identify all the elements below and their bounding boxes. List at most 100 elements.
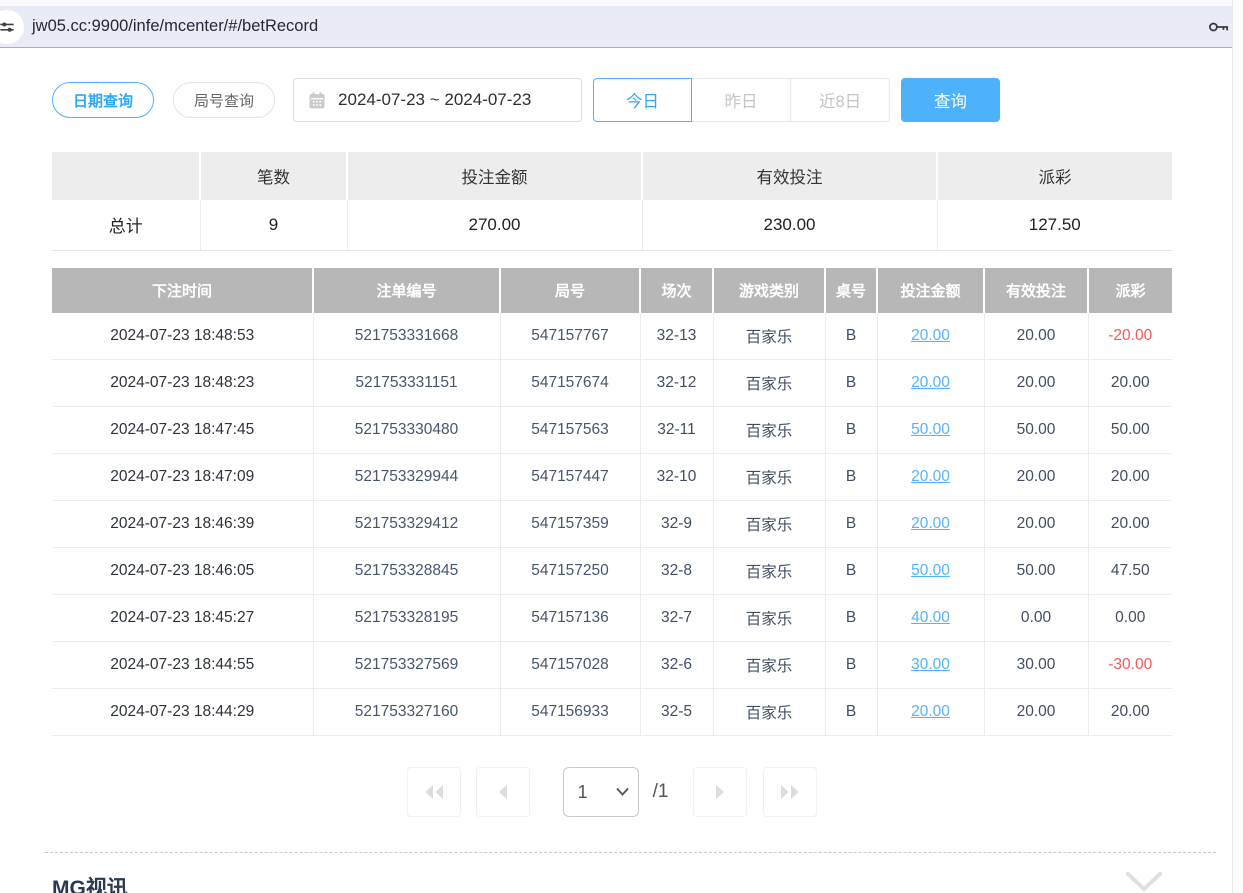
bet-amount-link[interactable]: 20.00: [911, 515, 950, 532]
round-no: 547157136: [500, 595, 640, 642]
last-page-button[interactable]: [763, 767, 817, 817]
password-key-icon[interactable]: [1207, 17, 1229, 42]
round-no: 547157767: [500, 313, 640, 360]
header-round-no: 局号: [500, 268, 640, 313]
game-type: 百家乐: [713, 360, 825, 407]
bet-amount-link[interactable]: 50.00: [911, 562, 950, 579]
game-type: 百家乐: [713, 313, 825, 360]
game-type: 百家乐: [713, 501, 825, 548]
yesterday-button[interactable]: 昨日: [692, 78, 791, 122]
bet-time: 2024-07-23 18:45:27: [52, 595, 313, 642]
bet-order-no: 521753327160: [313, 689, 500, 736]
date-query-tab[interactable]: 日期查询: [52, 82, 154, 118]
url-text[interactable]: jw05.cc:9900/infe/mcenter/#/betRecord: [32, 17, 318, 36]
bet-record-row: 2024-07-23 18:48:53521753331668547157767…: [52, 313, 1172, 360]
date-range-picker[interactable]: 2024-07-23 ~ 2024-07-23: [293, 78, 582, 122]
total-pages-label: /1: [653, 781, 669, 803]
bet-time: 2024-07-23 18:46:05: [52, 548, 313, 595]
mg-video-section-title: MG视讯: [52, 872, 128, 893]
header-valid-bet: 有效投注: [984, 268, 1088, 313]
bet-time: 2024-07-23 18:47:09: [52, 454, 313, 501]
game-type: 百家乐: [713, 454, 825, 501]
bet-amount-link[interactable]: 20.00: [911, 327, 950, 344]
today-button[interactable]: 今日: [593, 78, 692, 122]
date-range-value: 2024-07-23 ~ 2024-07-23: [338, 90, 531, 110]
session-no: 32-10: [640, 454, 713, 501]
bet-table-header-row: 下注时间 注单编号 局号 场次 游戏类别 桌号 投注金额 有效投注 派彩: [52, 268, 1172, 313]
page-select[interactable]: 1: [563, 767, 639, 817]
payout: 50.00: [1088, 407, 1172, 454]
bet-amount-cell: 20.00: [877, 689, 984, 736]
mg-video-section-header[interactable]: MG视讯: [52, 872, 1172, 893]
round-query-tab[interactable]: 局号查询: [173, 82, 275, 118]
summary-total-row: 总计 9 270.00 230.00 127.50: [52, 200, 1172, 250]
session-no: 32-5: [640, 689, 713, 736]
left-arrow-icon: [497, 785, 508, 799]
valid-bet: 20.00: [984, 501, 1088, 548]
session-no: 32-12: [640, 360, 713, 407]
table-no: B: [825, 360, 877, 407]
summary-total-valid-bet: 230.00: [642, 200, 937, 250]
summary-total-bet-amount: 270.00: [347, 200, 642, 250]
bet-record-row: 2024-07-23 18:48:23521753331151547157674…: [52, 360, 1172, 407]
bet-amount-cell: 40.00: [877, 595, 984, 642]
quick-date-buttons: 今日 昨日 近8日: [593, 78, 890, 122]
expand-chevron-icon[interactable]: [1126, 872, 1162, 892]
payout: -30.00: [1088, 642, 1172, 689]
round-no: 547157028: [500, 642, 640, 689]
bet-order-no: 521753328195: [313, 595, 500, 642]
bet-amount-cell: 20.00: [877, 360, 984, 407]
game-type: 百家乐: [713, 595, 825, 642]
double-left-arrow-icon: [424, 785, 444, 799]
bet-time: 2024-07-23 18:44:55: [52, 642, 313, 689]
first-page-button[interactable]: [407, 767, 461, 817]
bet-amount-cell: 20.00: [877, 313, 984, 360]
summary-header-row: 笔数 投注金额 有效投注 派彩: [52, 152, 1172, 200]
browser-address-bar[interactable]: jw05.cc:9900/infe/mcenter/#/betRecord: [0, 6, 1243, 48]
bet-amount-link[interactable]: 20.00: [911, 374, 950, 391]
bet-amount-link[interactable]: 20.00: [911, 468, 950, 485]
game-type: 百家乐: [713, 689, 825, 736]
next-page-button[interactable]: [693, 767, 747, 817]
game-type: 百家乐: [713, 642, 825, 689]
section-divider: [45, 852, 1216, 853]
bet-amount-link[interactable]: 30.00: [911, 656, 950, 673]
summary-header-bet-amount: 投注金额: [347, 152, 642, 200]
site-settings-icon[interactable]: [0, 10, 24, 44]
summary-total-label: 总计: [52, 200, 200, 250]
table-no: B: [825, 454, 877, 501]
search-button[interactable]: 查询: [901, 78, 1000, 122]
bet-amount-cell: 50.00: [877, 548, 984, 595]
game-type: 百家乐: [713, 407, 825, 454]
previous-page-button[interactable]: [476, 767, 530, 817]
bet-order-no: 521753329944: [313, 454, 500, 501]
header-bet-order-no: 注单编号: [313, 268, 500, 313]
bet-order-no: 521753331151: [313, 360, 500, 407]
bet-amount-link[interactable]: 20.00: [911, 703, 950, 720]
vertical-scrollbar[interactable]: [1232, 0, 1243, 893]
table-no: B: [825, 548, 877, 595]
table-no: B: [825, 501, 877, 548]
table-no: B: [825, 313, 877, 360]
bet-amount-link[interactable]: 40.00: [911, 609, 950, 626]
bet-amount-cell: 20.00: [877, 501, 984, 548]
payout: 20.00: [1088, 454, 1172, 501]
summary-table: 笔数 投注金额 有效投注 派彩 总计 9 270.00 230.00 127.5…: [52, 152, 1172, 251]
table-no: B: [825, 642, 877, 689]
bet-amount-cell: 20.00: [877, 454, 984, 501]
payout: 20.00: [1088, 360, 1172, 407]
payout: 20.00: [1088, 689, 1172, 736]
bet-order-no: 521753329412: [313, 501, 500, 548]
bet-record-row: 2024-07-23 18:46:39521753329412547157359…: [52, 501, 1172, 548]
round-no: 547157447: [500, 454, 640, 501]
summary-header-valid-bet: 有效投注: [642, 152, 937, 200]
last-8-days-button[interactable]: 近8日: [791, 78, 890, 122]
header-session: 场次: [640, 268, 713, 313]
header-payout: 派彩: [1088, 268, 1172, 313]
header-game-type: 游戏类别: [713, 268, 825, 313]
valid-bet: 20.00: [984, 454, 1088, 501]
page-select-wrap: 1: [563, 767, 639, 817]
bet-amount-link[interactable]: 50.00: [911, 421, 950, 438]
payout: 47.50: [1088, 548, 1172, 595]
payout: 0.00: [1088, 595, 1172, 642]
